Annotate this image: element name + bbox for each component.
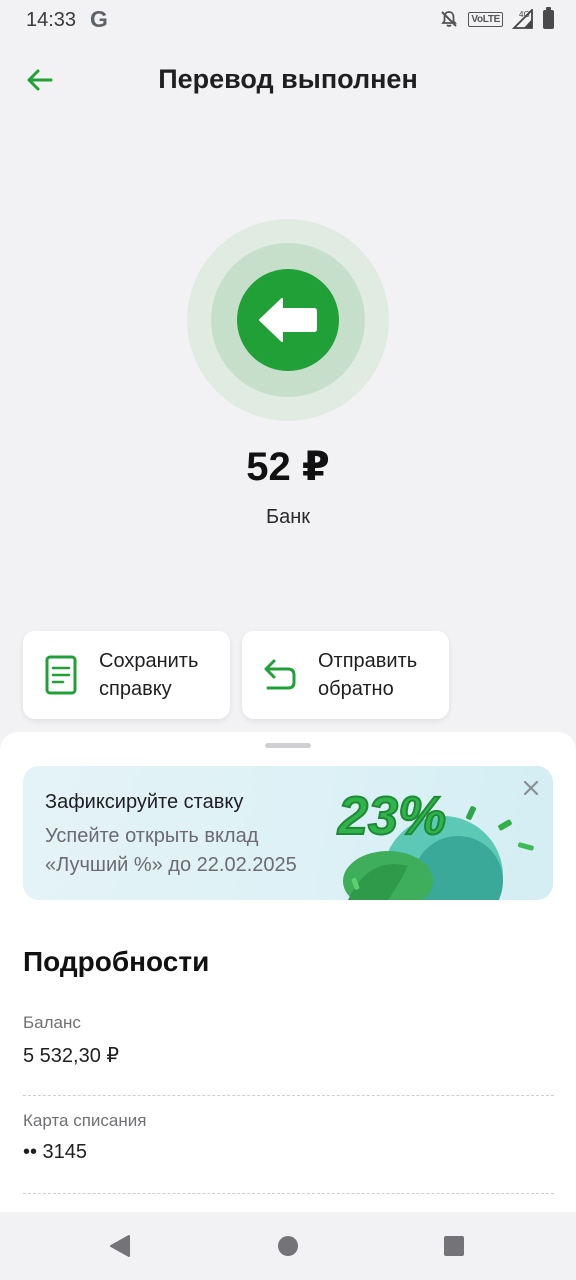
google-icon: G <box>90 6 108 32</box>
balance-label: Баланс <box>23 1013 81 1032</box>
status-time: 14:33 <box>26 9 77 31</box>
action-icon-wrap <box>242 631 318 719</box>
status-icons: VoLTE 4G <box>439 6 554 29</box>
nav-home-button[interactable] <box>276 1234 300 1258</box>
promo-close-button[interactable] <box>519 776 543 800</box>
debit-card-value: •• 3145 <box>23 1141 88 1163</box>
promo-rate: 23% <box>337 786 446 846</box>
balance-value: 5 532,30 ₽ <box>23 1045 120 1067</box>
balance-row: Баланс 5 532,30 ₽ <box>23 1000 554 1096</box>
details-sheet: Зафиксируйте ставку Успейте открыть вкла… <box>0 732 576 1212</box>
transfer-amount: 52 ₽ <box>246 445 330 489</box>
close-icon <box>523 780 539 796</box>
status-bar: 14:33 G VoLTE 4G <box>0 0 576 42</box>
send-back-label: Отправить обратно <box>318 650 418 700</box>
recipient-name: Банк <box>265 506 311 528</box>
arrow-left-block-icon <box>259 298 317 342</box>
promo-text: Успейте открыть вклад «Лучший %» до 22.0… <box>45 825 297 876</box>
triangle-back-icon <box>110 1235 130 1257</box>
save-receipt-label: Сохранить справку <box>99 650 199 700</box>
promo-banner[interactable]: Зафиксируйте ставку Успейте открыть вкла… <box>23 766 553 900</box>
battery-icon <box>543 6 554 29</box>
promo-title: Зафиксируйте ставку <box>45 791 244 813</box>
nav-recents-button[interactable] <box>442 1234 466 1258</box>
volte-indicator: VoLTE <box>468 11 503 27</box>
debit-card-label: Карта списания <box>23 1111 147 1130</box>
nav-back-button[interactable] <box>108 1234 132 1258</box>
page-title: Перевод выполнен <box>158 64 418 94</box>
document-icon <box>45 655 77 695</box>
send-back-button[interactable]: Отправить обратно <box>242 631 449 719</box>
system-nav-bar <box>0 1212 576 1280</box>
signal-icon: 4G <box>512 9 533 29</box>
details-title: Подробности <box>23 946 210 977</box>
transfer-status-icon <box>187 219 389 421</box>
action-icon-wrap <box>23 631 99 719</box>
header: Перевод выполнен <box>0 50 576 110</box>
circle-home-icon <box>278 1236 298 1256</box>
sheet-grabber[interactable] <box>265 743 311 748</box>
bell-off-icon <box>441 11 458 27</box>
screen: 14:33 G VoLTE 4G Перевод выполнен 52 ₽ Б… <box>0 0 576 1280</box>
debit-card-row: Карта списания •• 3145 <box>23 1098 554 1194</box>
save-receipt-button[interactable]: Сохранить справку <box>23 631 230 719</box>
return-arrow-icon <box>264 659 296 690</box>
network-type: 4G <box>519 10 530 19</box>
inner-circle <box>237 269 339 371</box>
square-recents-icon <box>444 1236 464 1256</box>
